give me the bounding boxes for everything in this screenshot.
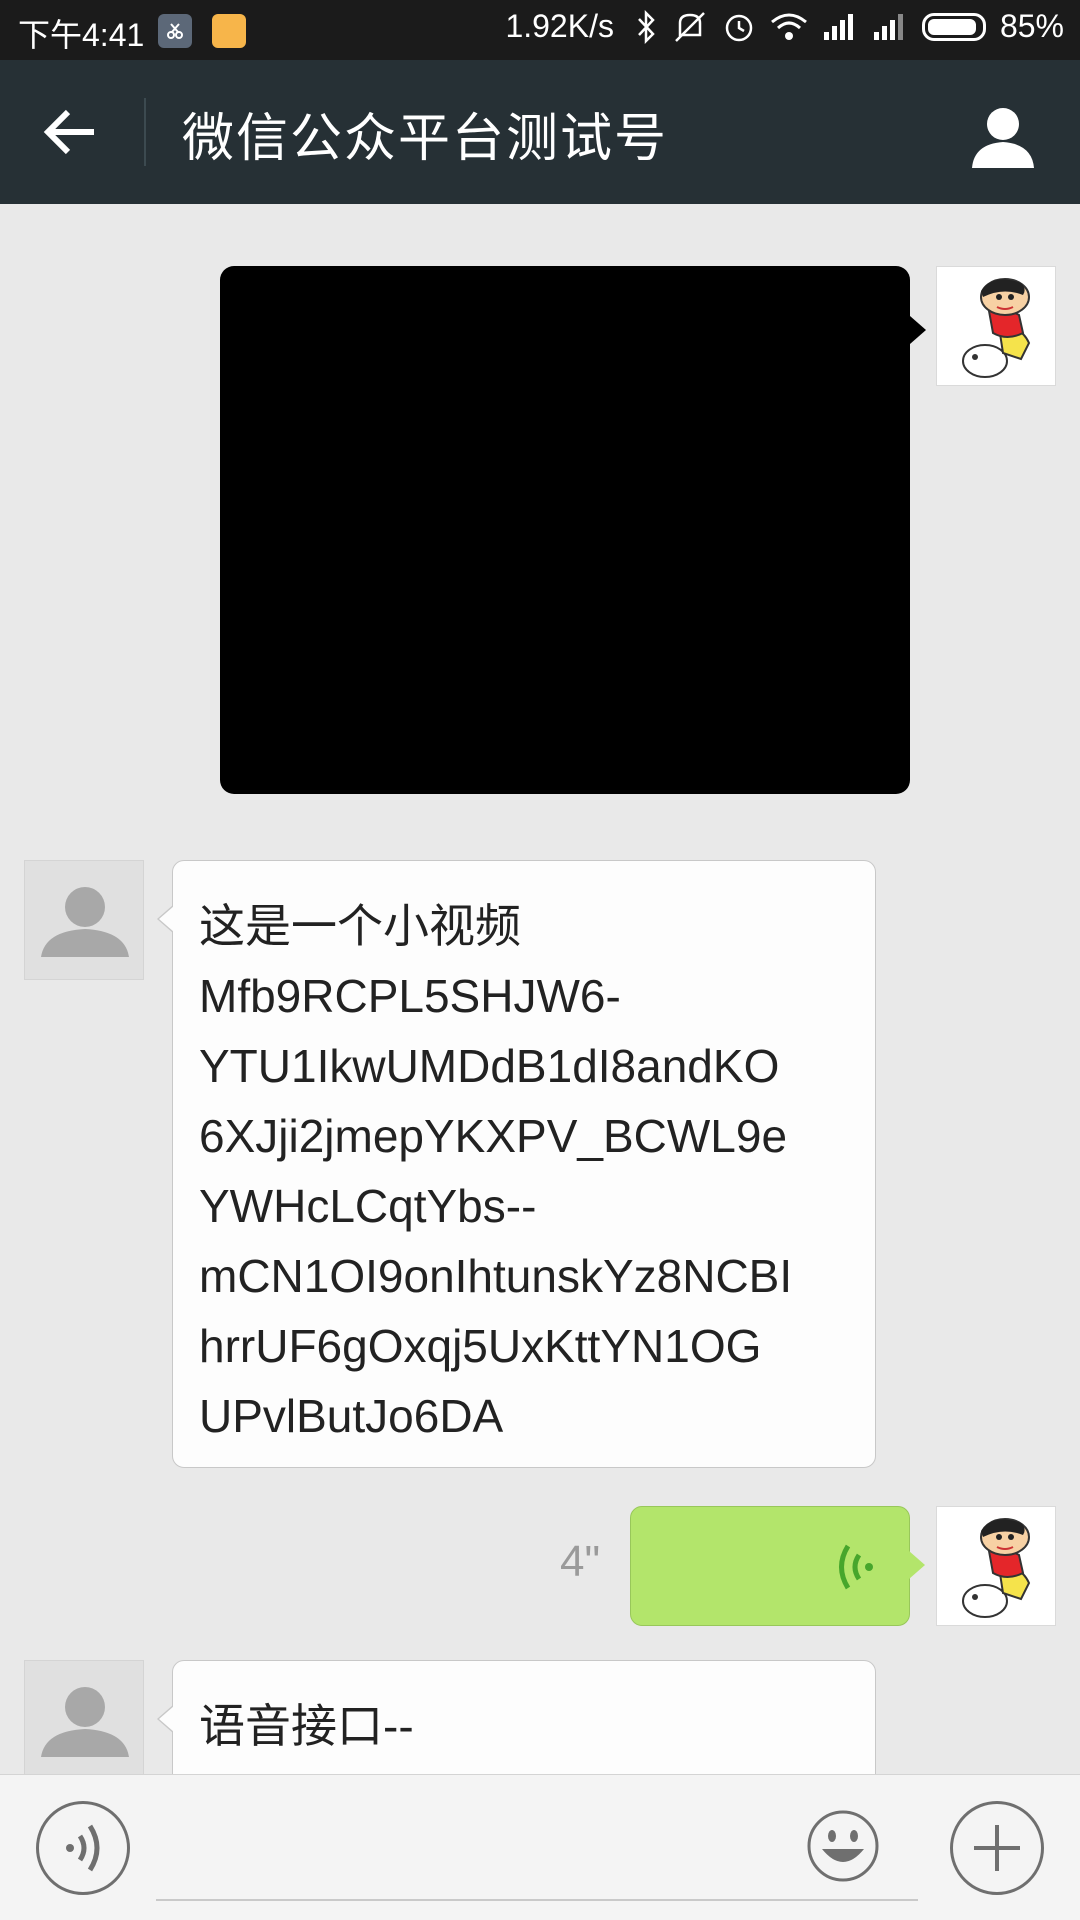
notification-icons bbox=[158, 14, 246, 48]
message-line: 这是一个小视频 bbox=[199, 900, 521, 952]
my-avatar[interactable] bbox=[936, 266, 1056, 386]
contact-avatar[interactable] bbox=[24, 860, 144, 980]
default-person-icon bbox=[25, 1661, 143, 1774]
network-speed: 1.92K/s bbox=[505, 8, 614, 44]
emoji-button[interactable] bbox=[806, 1809, 880, 1883]
alarm-icon bbox=[725, 14, 753, 41]
voice-duration: 4" bbox=[560, 1537, 601, 1586]
header-divider bbox=[144, 98, 146, 166]
wifi-icon bbox=[771, 13, 807, 40]
status-right: 1.92K/s 85% bbox=[505, 8, 1064, 45]
text-message[interactable]: 这是一个小视频 Mfb9RCPL5SHJW6- YTU1IkwUMDdB1dI8… bbox=[157, 860, 876, 1468]
page-title: 微信公众平台测试号 bbox=[182, 110, 669, 168]
voice-input-button[interactable] bbox=[36, 1801, 130, 1895]
status-time: 下午4:41 bbox=[18, 17, 145, 53]
voice-wave-icon bbox=[839, 1544, 873, 1590]
message-input[interactable] bbox=[156, 1797, 918, 1901]
contact-avatar[interactable] bbox=[24, 1660, 144, 1774]
profile-button[interactable] bbox=[962, 96, 1044, 178]
battery-icon bbox=[921, 12, 986, 41]
input-bar bbox=[0, 1774, 1080, 1920]
message-line: hrrUF6gOxqj5UxKttYN1OG bbox=[199, 1320, 762, 1372]
chat-header: 微信公众平台测试号 bbox=[0, 60, 1080, 204]
cartoon-avatar-icon bbox=[937, 1507, 1055, 1625]
vibrate-mute-icon bbox=[675, 11, 705, 42]
status-bar: 下午4:41 1.92K/s 85% bbox=[0, 0, 1080, 60]
back-button[interactable] bbox=[20, 86, 120, 178]
person-icon bbox=[972, 108, 1034, 168]
plus-icon bbox=[974, 1825, 1020, 1871]
message-line: YWHcLCqtYbs-- bbox=[199, 1180, 537, 1232]
message-line: Mfb9RCPL5SHJW6- bbox=[199, 970, 621, 1022]
battery-percent: 85% bbox=[999, 8, 1064, 44]
arrow-left-icon bbox=[43, 109, 94, 155]
more-button[interactable] bbox=[950, 1801, 1044, 1895]
signal-icon-2 bbox=[873, 13, 903, 40]
text-message[interactable]: 语音接口-- bbox=[157, 1660, 876, 1774]
default-person-icon bbox=[25, 861, 143, 979]
message-line: 语音接口-- bbox=[199, 1700, 414, 1752]
video-message[interactable] bbox=[220, 266, 926, 794]
notes-app-icon bbox=[212, 14, 246, 48]
chat-area[interactable]: 这是一个小视频 Mfb9RCPL5SHJW6- YTU1IkwUMDdB1dI8… bbox=[0, 204, 1080, 1774]
voice-message[interactable] bbox=[630, 1506, 925, 1626]
message-line: 6XJji2jmepYKXPV_BCWL9e bbox=[199, 1110, 788, 1162]
bluetooth-icon bbox=[638, 9, 655, 44]
message-line: mCN1OI9onIhtunskYz8NCBI bbox=[199, 1250, 793, 1302]
signal-icon-1 bbox=[823, 13, 853, 40]
message-line: UPvlButJo6DA bbox=[199, 1390, 504, 1442]
cartoon-avatar-icon bbox=[937, 267, 1055, 385]
smile-icon bbox=[807, 1810, 879, 1882]
my-avatar[interactable] bbox=[936, 1506, 1056, 1626]
scissors-app-icon bbox=[158, 14, 192, 48]
voice-wave-icon bbox=[66, 1824, 100, 1872]
message-line: YTU1IkwUMDdB1dI8andKO bbox=[199, 1040, 780, 1092]
